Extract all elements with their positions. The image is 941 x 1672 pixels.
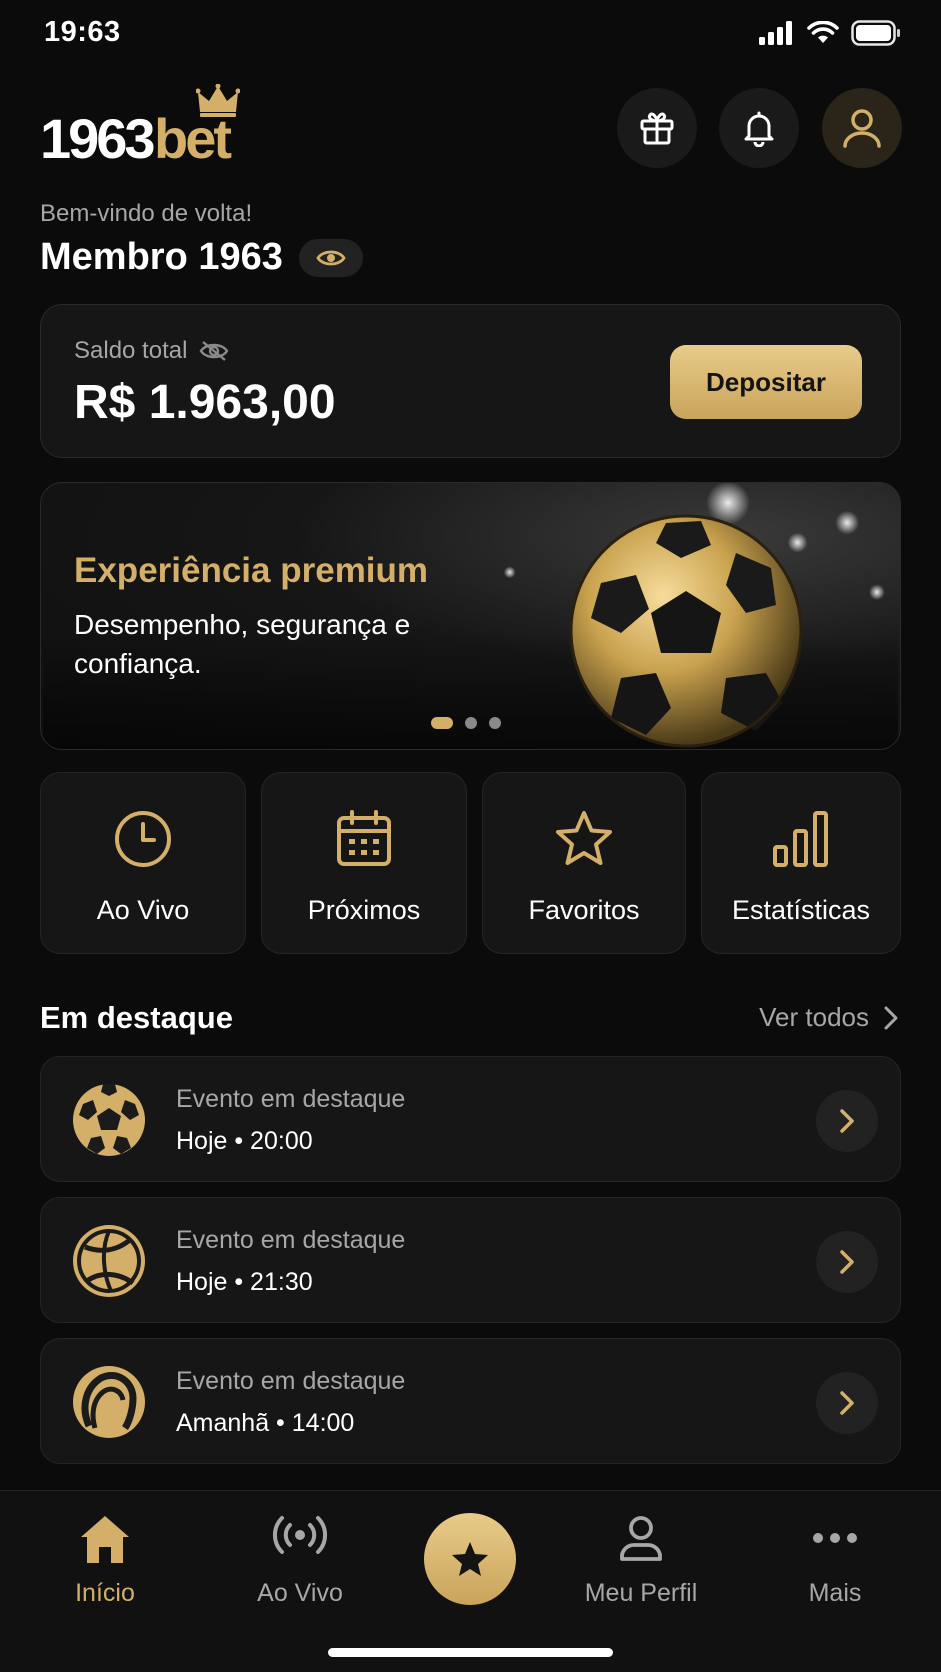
tab-label: Início bbox=[75, 1579, 135, 1607]
balance-label-row: Saldo total bbox=[74, 337, 229, 365]
crown-icon bbox=[196, 84, 240, 117]
featured-event-1[interactable]: Evento em destaque Hoje • 20:00 bbox=[40, 1056, 901, 1182]
gift-button[interactable] bbox=[617, 88, 697, 168]
member-visibility-toggle[interactable] bbox=[298, 238, 363, 277]
chevron-right-icon bbox=[840, 1250, 854, 1274]
golden-soccer-ball-image bbox=[569, 514, 803, 748]
bottom-tab-bar: Início Ao Vivo Meu Perfil Mais bbox=[0, 1490, 941, 1672]
quick-action-upcoming[interactable]: Próximos bbox=[261, 772, 467, 954]
tab-favorites-center-button[interactable] bbox=[424, 1513, 516, 1605]
more-dots-icon bbox=[813, 1533, 857, 1543]
event-time: Amanhã • 14:00 bbox=[176, 1409, 355, 1437]
promo-banner[interactable]: Experiência premium Desempenho, seguranç… bbox=[40, 482, 901, 750]
user-icon bbox=[843, 109, 881, 148]
event-title: Evento em destaque bbox=[176, 1085, 406, 1113]
welcome-text: Bem-vindo de volta! bbox=[40, 200, 253, 227]
bell-icon bbox=[744, 111, 774, 147]
event-title: Evento em destaque bbox=[176, 1226, 406, 1254]
signal-icon bbox=[759, 21, 792, 45]
star-icon bbox=[452, 1542, 488, 1576]
member-name: Membro 1963 bbox=[40, 236, 283, 278]
tab-label: Ao Vivo bbox=[257, 1579, 343, 1607]
tab-home[interactable]: Início bbox=[25, 1513, 185, 1623]
battery-icon bbox=[851, 20, 900, 46]
home-icon bbox=[81, 1516, 129, 1563]
brand-logo[interactable]: 1963 bet bbox=[40, 84, 250, 170]
bar-chart-icon bbox=[773, 811, 828, 867]
basketball-icon bbox=[73, 1225, 145, 1297]
see-all-label: Ver todos bbox=[759, 1002, 869, 1032]
carousel-dot-3[interactable] bbox=[489, 717, 501, 729]
calendar-icon bbox=[337, 810, 391, 866]
gift-icon bbox=[640, 112, 674, 145]
user-icon bbox=[620, 1516, 662, 1561]
carousel-dot-2[interactable] bbox=[465, 717, 477, 729]
featured-title: Em destaque bbox=[40, 1000, 233, 1035]
event-open-button[interactable] bbox=[816, 1372, 878, 1434]
chevron-right-icon bbox=[840, 1391, 854, 1415]
star-icon bbox=[556, 811, 612, 865]
featured-event-2[interactable]: Evento em destaque Hoje • 21:30 bbox=[40, 1197, 901, 1323]
event-open-button[interactable] bbox=[816, 1231, 878, 1293]
featured-event-3[interactable]: Evento em destaque Amanhã • 14:00 bbox=[40, 1338, 901, 1464]
home-indicator bbox=[328, 1648, 613, 1657]
balance-label: Saldo total bbox=[74, 337, 188, 364]
notifications-button[interactable] bbox=[719, 88, 799, 168]
quick-action-live[interactable]: Ao Vivo bbox=[40, 772, 246, 954]
chevron-right-icon bbox=[884, 1006, 898, 1029]
balance-value: R$ 1.963,00 bbox=[74, 376, 336, 429]
carousel-dots bbox=[431, 717, 501, 729]
member-row: Membro 1963 bbox=[40, 236, 363, 279]
see-all-link[interactable]: Ver todos bbox=[759, 1002, 899, 1033]
clock-icon bbox=[115, 811, 171, 867]
tab-label: Mais bbox=[808, 1579, 862, 1607]
status-bar: 19:63 bbox=[0, 0, 941, 70]
logo-number: 1963 bbox=[40, 107, 156, 170]
banner-title: Experiência premium bbox=[74, 551, 429, 590]
quick-action-label: Favoritos bbox=[528, 895, 640, 925]
tab-more[interactable]: Mais bbox=[755, 1513, 915, 1623]
event-time: Hoje • 20:00 bbox=[176, 1127, 313, 1155]
banner-subtitle: Desempenho, segurança e confiança. bbox=[74, 609, 411, 679]
status-icons bbox=[759, 20, 901, 46]
quick-action-favorites[interactable]: Favoritos bbox=[482, 772, 686, 954]
tab-profile[interactable]: Meu Perfil bbox=[561, 1513, 721, 1623]
app-header: 1963 bet bbox=[0, 84, 941, 174]
quick-action-label: Estatísticas bbox=[731, 895, 871, 925]
eye-off-icon[interactable] bbox=[199, 340, 229, 362]
quick-action-statistics[interactable]: Estatísticas bbox=[701, 772, 901, 954]
wifi-icon bbox=[807, 21, 839, 43]
status-time: 19:63 bbox=[44, 16, 121, 48]
tab-label: Meu Perfil bbox=[584, 1579, 698, 1607]
soccer-ball-icon bbox=[73, 1084, 145, 1156]
profile-avatar-button[interactable] bbox=[822, 88, 902, 168]
carousel-dot-1[interactable] bbox=[431, 717, 453, 729]
eye-icon bbox=[316, 250, 346, 265]
quick-action-label: Próximos bbox=[307, 895, 421, 925]
chevron-right-icon bbox=[840, 1109, 854, 1133]
quick-action-label: Ao Vivo bbox=[96, 895, 190, 925]
tennis-ball-icon bbox=[73, 1366, 145, 1438]
event-title: Evento em destaque bbox=[176, 1367, 406, 1395]
event-open-button[interactable] bbox=[816, 1090, 878, 1152]
event-time: Hoje • 21:30 bbox=[176, 1268, 313, 1296]
balance-card: Saldo total R$ 1.963,00 Depositar bbox=[40, 304, 901, 458]
live-broadcast-icon bbox=[272, 1516, 328, 1554]
tab-live[interactable]: Ao Vivo bbox=[220, 1513, 380, 1623]
deposit-button[interactable]: Depositar bbox=[670, 345, 862, 419]
